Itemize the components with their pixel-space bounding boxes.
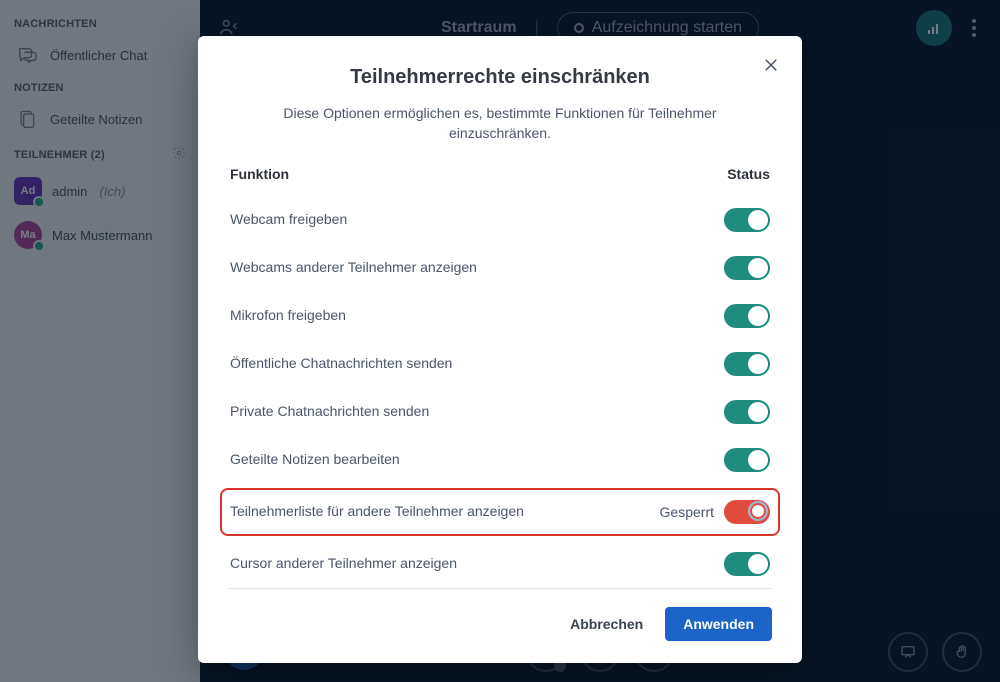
modal-footer: Abbrechen Anwenden — [228, 589, 772, 641]
setting-row: Öffentliche Chatnachrichten senden — [228, 340, 772, 388]
setting-label: Öffentliche Chatnachrichten senden — [230, 354, 452, 373]
toggle[interactable] — [724, 500, 770, 524]
setting-label: Geteilte Notizen bearbeiten — [230, 450, 400, 469]
setting-label: Mikrofon freigeben — [230, 306, 346, 325]
locked-text: Gesperrt — [660, 504, 714, 520]
setting-row: Geteilte Notizen bearbeiten — [228, 436, 772, 484]
modal-subtitle: Diese Optionen ermöglichen es, bestimmte… — [280, 103, 720, 144]
setting-label: Webcams anderer Teilnehmer anzeigen — [230, 258, 477, 277]
setting-row: Cursor anderer Teilnehmer anzeigen — [228, 540, 772, 588]
toggle[interactable] — [724, 256, 770, 280]
toggle[interactable] — [724, 304, 770, 328]
modal-title: Teilnehmerrechte einschränken — [228, 66, 772, 89]
toggle[interactable] — [724, 352, 770, 376]
setting-row: Teilnehmerliste für andere Teilnehmer an… — [220, 488, 780, 536]
setting-label: Webcam freigeben — [230, 210, 347, 229]
setting-row: Webcams anderer Teilnehmer anzeigen — [228, 244, 772, 292]
toggle[interactable] — [724, 400, 770, 424]
toggle[interactable] — [724, 208, 770, 232]
toggle[interactable] — [724, 448, 770, 472]
cancel-button[interactable]: Abbrechen — [570, 616, 643, 632]
close-button[interactable] — [762, 56, 780, 79]
settings-rows: Webcam freigeben Webcams anderer Teilnehm… — [228, 196, 772, 589]
apply-button[interactable]: Anwenden — [665, 607, 772, 641]
setting-label: Private Chatnachrichten senden — [230, 402, 429, 421]
setting-label: Cursor anderer Teilnehmer anzeigen — [230, 554, 457, 573]
col-status: Status — [727, 166, 770, 182]
setting-row: Mikrofon freigeben — [228, 292, 772, 340]
setting-row: Private Chatnachrichten senden — [228, 388, 772, 436]
col-function: Funktion — [230, 166, 289, 182]
setting-row: Webcam freigeben — [228, 196, 772, 244]
lock-viewers-modal: Teilnehmerrechte einschränken Diese Opti… — [198, 36, 802, 663]
setting-label: Teilnehmerliste für andere Teilnehmer an… — [230, 502, 524, 521]
table-header: Funktion Status — [228, 162, 772, 190]
toggle[interactable] — [724, 552, 770, 576]
